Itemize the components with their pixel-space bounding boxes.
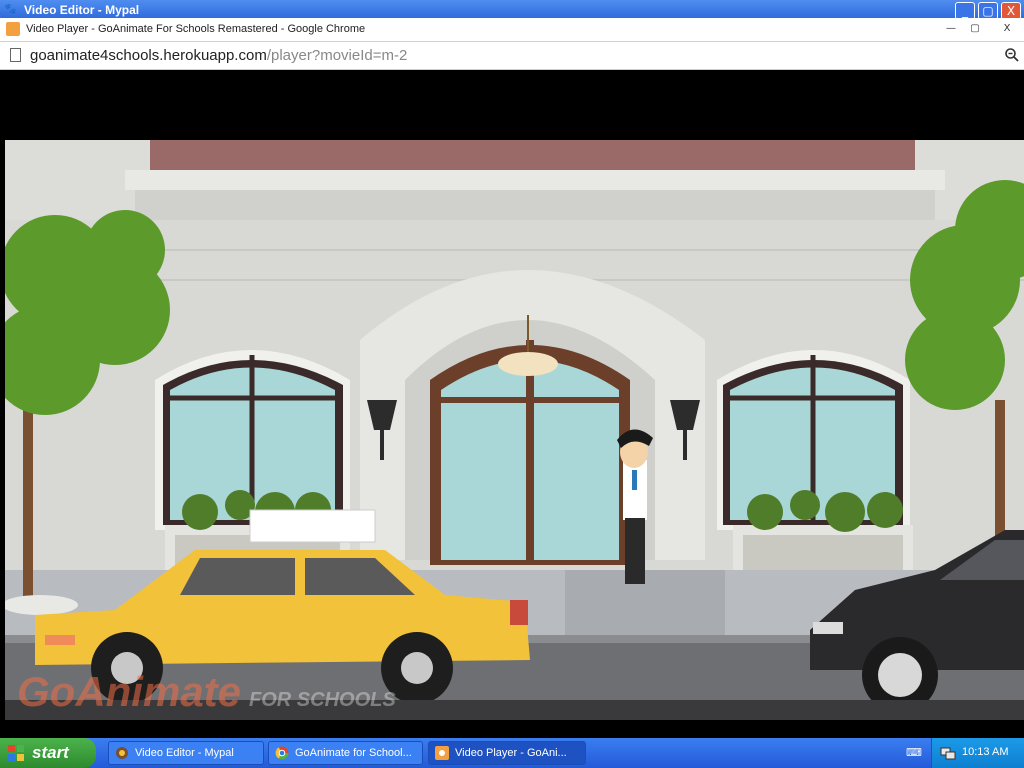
popup-maximize-button[interactable]: ▢ <box>964 22 986 36</box>
watermark-brand: GoAnimate <box>17 668 242 715</box>
goanimate-watermark: GoAnimate FOR SCHOOLS <box>17 668 396 716</box>
zoom-icon[interactable] <box>1004 47 1020 63</box>
task-video-player[interactable]: Video Player - GoAni... <box>428 741 586 765</box>
start-button[interactable]: start <box>0 738 96 768</box>
animation-scene <box>5 140 1024 720</box>
keyboard-icon[interactable]: ⌨ <box>906 746 922 759</box>
address-url[interactable]: goanimate4schools.herokuapp.com/player?m… <box>30 47 407 64</box>
video-player-favicon <box>6 22 20 36</box>
popup-window-title: Video Player - GoAnimate For Schools Rem… <box>26 23 366 35</box>
address-bar[interactable]: goanimate4schools.herokuapp.com/player?m… <box>0 42 1024 70</box>
task-label: Video Player - GoAni... <box>455 747 567 759</box>
windows-flag-icon <box>8 745 24 761</box>
page-icon <box>10 48 21 62</box>
task-label: GoAnimate for School... <box>295 747 412 759</box>
task-video-editor[interactable]: Video Editor - Mypal <box>108 741 264 765</box>
start-label: start <box>32 743 69 762</box>
network-icon[interactable] <box>940 745 956 761</box>
video-player[interactable]: GoAnimate FOR SCHOOLS <box>5 70 1024 720</box>
video-player-task-icon <box>435 746 449 760</box>
chrome-icon <box>275 746 289 760</box>
task-label: Video Editor - Mypal <box>135 747 234 759</box>
popup-minimize-button[interactable]: — <box>940 22 962 36</box>
watermark-suffix: FOR SCHOOLS <box>249 689 396 711</box>
address-host: goanimate4schools.herokuapp.com <box>30 47 267 64</box>
mypal-app-icon: 🐾 <box>4 4 17 15</box>
taskbar: start Video Editor - Mypal GoAnimate for… <box>0 738 1024 768</box>
clock[interactable]: 10:13 AM <box>962 746 1008 758</box>
popup-window-title-bar[interactable]: Video Player - GoAnimate For Schools Rem… <box>0 18 1024 42</box>
task-goanimate-chrome[interactable]: GoAnimate for School... <box>268 741 423 765</box>
back-window-title: Video Editor - Mypal <box>24 3 140 17</box>
popup-close-button[interactable]: X <box>996 22 1018 36</box>
system-tray: 10:13 AM <box>931 738 1024 768</box>
mypal-task-icon <box>115 746 129 760</box>
address-path: /player?movieId=m-2 <box>266 47 408 64</box>
